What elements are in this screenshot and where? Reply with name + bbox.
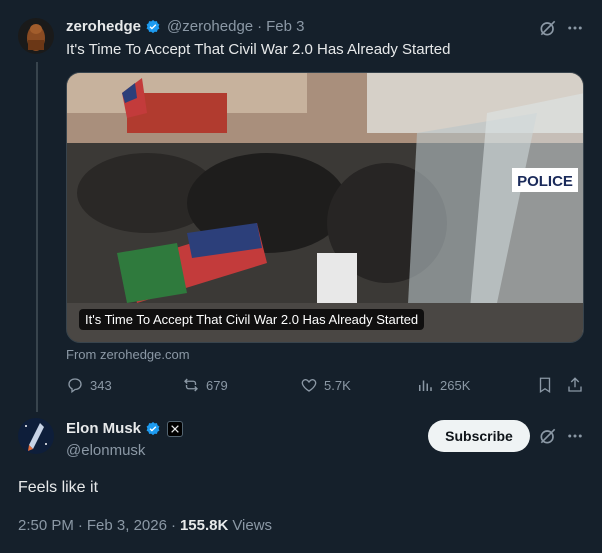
repost-count: 679 [206, 377, 228, 393]
tweet-meta: 2:50 PM · Feb 3, 2026 · 155.8K Views [18, 517, 272, 534]
verified-icon [146, 421, 160, 435]
views-count: 155.8K [179, 517, 229, 534]
avatar-image [18, 18, 54, 54]
like-count: 5.7K [324, 377, 351, 393]
elonmusk-avatar[interactable] [18, 418, 54, 454]
verified-icon [146, 19, 160, 33]
reply-icon [68, 378, 82, 394]
grok-icon [540, 428, 556, 444]
author-name[interactable]: Elon Musk [66, 420, 141, 437]
author-handle[interactable]: @zerohedge [167, 18, 253, 35]
reply-count: 343 [90, 377, 112, 393]
protest-photo: POLICE [67, 73, 583, 342]
police-sign: POLICE [517, 173, 573, 190]
author-name[interactable]: zerohedge [66, 18, 141, 35]
author-handle[interactable]: @elonmusk [66, 442, 145, 459]
tweet-time[interactable]: 2:50 PM [18, 517, 74, 534]
link-card-caption: It's Time To Accept That Civil War 2.0 H… [79, 309, 425, 330]
action-bar: 343 679 5.7K 265K [66, 376, 584, 396]
views-button[interactable]: 265K [416, 376, 470, 394]
reply-button[interactable]: 343 [66, 376, 112, 394]
more-icon [568, 26, 582, 30]
more-button[interactable] [566, 426, 584, 451]
like-button[interactable]: 5.7K [300, 376, 351, 394]
avatar-image [18, 418, 54, 454]
views-label: Views [232, 517, 273, 534]
grok-button[interactable] [538, 426, 558, 451]
link-source[interactable]: From zerohedge.com [66, 347, 190, 362]
bookmark-button[interactable] [536, 376, 554, 394]
zerohedge-avatar[interactable] [18, 18, 54, 54]
separator: · [77, 517, 83, 534]
tweet1-header: zerohedge @zerohedge · Feb 3 [66, 18, 305, 35]
tweet2-author: Elon Musk [66, 420, 184, 437]
separator: · [170, 517, 176, 534]
views-count: 265K [440, 377, 471, 393]
grok-button[interactable] [538, 18, 558, 43]
repost-button[interactable]: 679 [182, 376, 228, 394]
like-icon [301, 379, 317, 392]
bookmark-icon [539, 377, 551, 394]
tweet-text: It's Time To Accept That Civil War 2.0 H… [66, 41, 451, 58]
link-card-image[interactable]: POLICE It's Time To Accept That Civil Wa… [66, 72, 584, 343]
separator: · [257, 18, 263, 35]
subscribe-button[interactable]: Subscribe [428, 420, 530, 452]
tweet-date[interactable]: Feb 3, 2026 [87, 517, 167, 534]
tweet-text: Feels like it [18, 479, 99, 496]
share-icon [568, 377, 582, 392]
x-logo-icon [171, 424, 179, 433]
repost-icon [184, 378, 198, 392]
thread-line [36, 62, 38, 412]
more-icon [568, 434, 582, 438]
share-button[interactable] [566, 376, 584, 394]
more-button[interactable] [566, 18, 584, 43]
grok-icon [540, 20, 556, 36]
affiliate-badge [167, 420, 184, 437]
views-icon [419, 380, 432, 391]
tweet-date[interactable]: Feb 3 [266, 18, 304, 35]
